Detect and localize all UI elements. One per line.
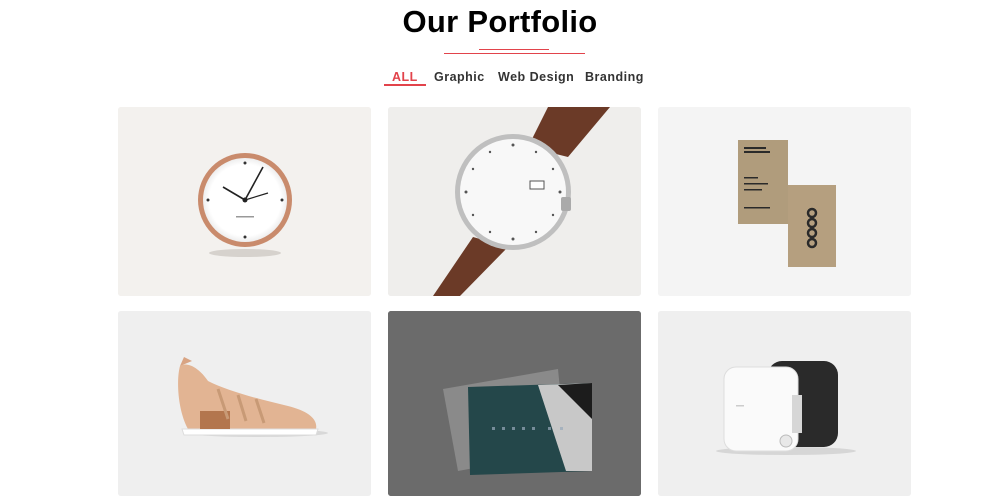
filter-web-design[interactable]: Web Design xyxy=(498,70,574,84)
filter-graphic[interactable]: Graphic xyxy=(434,70,485,84)
title-divider xyxy=(0,46,1000,58)
portfolio-item-dark-card[interactable] xyxy=(388,311,641,496)
portfolio-filter-tabs: ALL Graphic Web Design Branding xyxy=(0,70,1000,88)
wrist-watch-image xyxy=(388,107,641,296)
page-title: Our Portfolio xyxy=(402,4,598,39)
wall-clock-image xyxy=(118,107,371,296)
portfolio-item-tape-measure[interactable] xyxy=(658,311,911,496)
portfolio-item-business-cards[interactable] xyxy=(658,107,911,296)
filter-branding[interactable]: Branding xyxy=(585,70,644,84)
dark-business-card-image xyxy=(388,311,641,496)
filter-all[interactable]: ALL xyxy=(384,70,426,86)
business-cards-image xyxy=(658,107,911,296)
sneaker-image xyxy=(118,311,371,496)
portfolio-item-sneaker[interactable] xyxy=(118,311,371,496)
portfolio-item-clock[interactable] xyxy=(118,107,371,296)
portfolio-item-watch[interactable] xyxy=(388,107,641,296)
tape-measure-image xyxy=(658,311,911,496)
